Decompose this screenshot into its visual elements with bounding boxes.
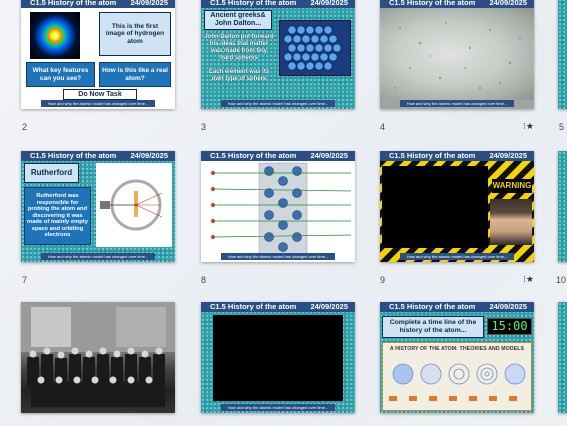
slide-number-4: 4 xyxy=(380,122,386,132)
slide-text-box: This is the first image of hydrogen atom xyxy=(99,12,171,56)
rutherford-diagram xyxy=(96,163,172,247)
slide-heading: Ancient greeks& John Dalton... xyxy=(210,12,266,27)
countdown-timer: 15:00 xyxy=(487,318,532,335)
particles-graphic xyxy=(394,22,521,89)
slide-heading-box: Rutherford xyxy=(24,163,79,183)
slide-header: C1.5 History of the atom 24/09/2025 xyxy=(21,0,175,8)
slide-header: C1.5 History of the atom 24/09/2025 xyxy=(380,0,534,8)
slide-thumbnail-2[interactable]: C1.5 History of the atom 24/09/2025 This… xyxy=(21,0,175,109)
slide-number-3: 3 xyxy=(201,122,207,132)
slide-number-5: 5 xyxy=(559,122,565,132)
slide-sorter-grid: C1.5 History of the atom 24/09/2025 This… xyxy=(0,0,567,426)
slide-thumbnail-10[interactable] xyxy=(558,151,567,262)
slide-number-10: 10 xyxy=(556,275,567,285)
slide-footer: How and why the atomic model has changed… xyxy=(41,253,155,260)
slide-date: 24/09/2025 xyxy=(489,302,527,311)
warning-text: WARNING xyxy=(492,181,532,190)
slide-header: C1.5 History of the atom 24/09/2025 xyxy=(201,151,355,161)
task-box: Complete a time line of the history of t… xyxy=(382,316,484,338)
slide-date: 24/09/2025 xyxy=(310,302,348,311)
slide-thumbnail-5[interactable] xyxy=(558,0,567,109)
slide-header: C1.5 History of the atom 24/09/2025 xyxy=(380,151,534,161)
hydrogen-atom-image xyxy=(30,12,80,59)
slide-footer: How and why the atomic model has changed… xyxy=(41,100,155,107)
slide-thumbnail-7[interactable]: C1.5 History of the atom 24/09/2025 Ruth… xyxy=(21,151,175,262)
slide-footer: How and why the atomic model has changed… xyxy=(400,100,514,107)
slide-footer: How and why the atomic model has changed… xyxy=(400,253,514,260)
slide-thumbnail-4[interactable]: C1.5 History of the atom 24/09/2025 How … xyxy=(380,0,534,109)
slide-date: 24/09/2025 xyxy=(130,0,168,7)
animation-star-icon[interactable]: ⁝★ xyxy=(523,121,534,132)
task-text: Do Now Task xyxy=(78,90,122,98)
question-box-2: How is this like a real atom? xyxy=(99,62,171,87)
question-text: What key features can you see? xyxy=(32,67,89,82)
slide-title: C1.5 History of the atom xyxy=(210,0,297,7)
slide-heading: Rutherford xyxy=(30,168,73,177)
atom-models-graphic xyxy=(389,363,526,401)
slide-header: C1.5 History of the atom 24/09/2025 xyxy=(21,151,175,161)
slide-thumbnail-8[interactable]: C1.5 History of the atom 24/09/2025 How … xyxy=(201,151,355,262)
slide-body-text: John Dalton put forward his ideas that m… xyxy=(204,34,274,82)
video-placeholder[interactable] xyxy=(213,315,343,401)
spheres-graphic xyxy=(283,25,342,71)
slide-heading-box: Ancient greeks& John Dalton... xyxy=(204,10,272,30)
slide-title: C1.5 History of the atom xyxy=(30,0,117,7)
slide-number-9: 9 xyxy=(380,275,386,285)
animation-star-icon[interactable]: ⁝★ xyxy=(523,274,534,285)
task-box: Do Now Task xyxy=(63,89,137,100)
presenter-photo xyxy=(490,199,532,245)
slide-title: C1.5 History of the atom xyxy=(210,302,297,311)
slide-number-2: 2 xyxy=(22,122,28,132)
question-text: How is this like a real atom? xyxy=(102,67,168,82)
slide-footer: How and why the atomic model has changed… xyxy=(221,100,335,107)
slide-title: C1.5 History of the atom xyxy=(389,0,476,7)
slide-thumbnail-11[interactable] xyxy=(21,302,175,413)
slide-header: C1.5 History of the atom 24/09/2025 xyxy=(201,0,355,8)
slide-text: This is the first image of hydrogen atom xyxy=(105,22,165,45)
slide-body-text: Rutherford was responsible for probing t… xyxy=(27,192,88,239)
slide-title: C1.5 History of the atom xyxy=(30,151,117,160)
slide-thumbnail-3[interactable]: C1.5 History of the atom 24/09/2025 Anci… xyxy=(201,0,355,109)
group-photo xyxy=(21,302,175,407)
slide-date: 24/09/2025 xyxy=(310,151,348,160)
slide-header: C1.5 History of the atom 24/09/2025 xyxy=(201,302,355,312)
spheres-image xyxy=(279,20,351,76)
video-placeholder[interactable] xyxy=(382,166,488,248)
history-poster: A HISTORY OF THE ATOM: THEORIES AND MODE… xyxy=(382,342,532,411)
slide-thumbnail-9[interactable]: C1.5 History of the atom 24/09/2025 WARN… xyxy=(380,151,534,262)
question-box-1: What key features can you see? xyxy=(26,62,95,87)
slide-thumbnail-12[interactable]: C1.5 History of the atom 24/09/2025 How … xyxy=(201,302,355,413)
slide-title: C1.5 History of the atom xyxy=(389,151,476,160)
slide-date: 24/09/2025 xyxy=(489,0,527,7)
slide-thumbnail-13[interactable]: C1.5 History of the atom 24/09/2025 Comp… xyxy=(380,302,534,413)
task-text: Complete a time line of the history of t… xyxy=(389,319,477,334)
slide-number-7: 7 xyxy=(22,275,28,285)
slide-footer: How and why the atomic model has changed… xyxy=(221,253,335,260)
slide-title: C1.5 History of the atom xyxy=(210,151,297,160)
slide-date: 24/09/2025 xyxy=(489,151,527,160)
slide-footer: How and why the atomic model has changed… xyxy=(221,404,335,411)
slide-body-box: Rutherford was responsible for probing t… xyxy=(24,187,91,245)
timer-text: 15:00 xyxy=(491,319,528,333)
microscope-image xyxy=(380,8,534,100)
slide-date: 24/09/2025 xyxy=(130,151,168,160)
slide-header: C1.5 History of the atom 24/09/2025 xyxy=(380,302,534,312)
slide-date: 24/09/2025 xyxy=(310,0,348,7)
gold-foil-diagram xyxy=(100,179,163,231)
alpha-scattering-diagram xyxy=(211,162,352,256)
slide-number-8: 8 xyxy=(201,275,207,285)
warning-label: WARNING xyxy=(492,179,532,193)
slide-thumbnail-14[interactable] xyxy=(558,302,567,413)
poster-title: A HISTORY OF THE ATOM: THEORIES AND MODE… xyxy=(389,346,525,352)
slide-title: C1.5 History of the atom xyxy=(389,302,476,311)
